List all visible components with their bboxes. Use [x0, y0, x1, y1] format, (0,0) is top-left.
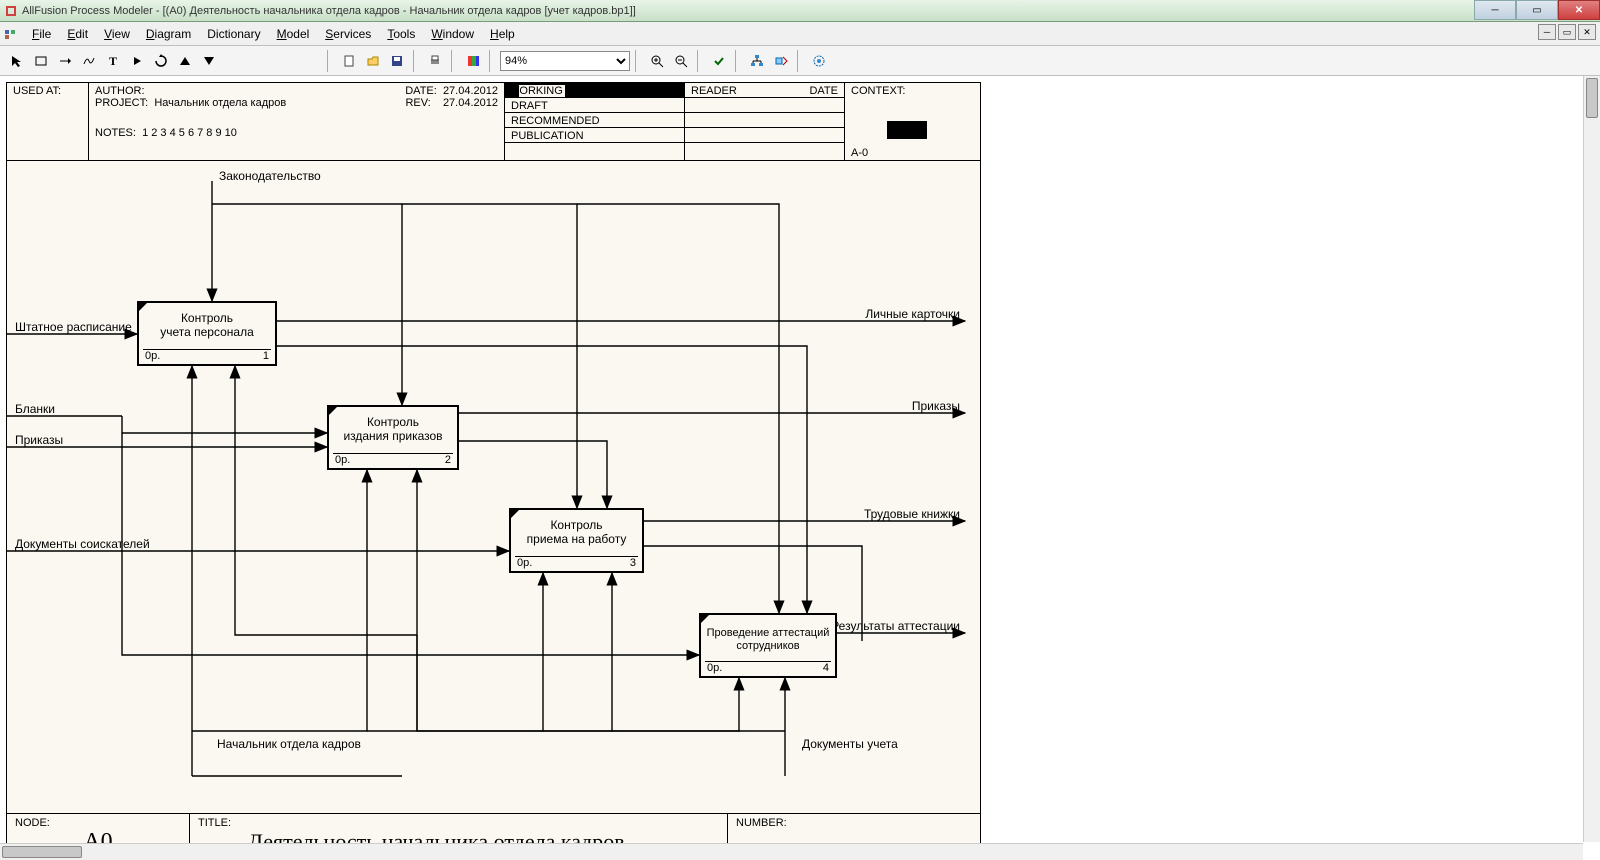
menu-tools[interactable]: Tools — [379, 25, 423, 43]
menu-view[interactable]: View — [96, 25, 138, 43]
tree-icon[interactable] — [746, 50, 768, 72]
activity-box-tool[interactable] — [30, 50, 52, 72]
context-blackbox — [887, 121, 927, 139]
mdi-close-button[interactable]: ✕ — [1578, 24, 1596, 40]
label-zakon: Законодательство — [219, 169, 321, 183]
menu-file[interactable]: File — [24, 25, 59, 43]
menu-services[interactable]: Services — [317, 25, 379, 43]
app-icon — [4, 4, 18, 18]
number-label: NUMBER: — [736, 817, 972, 829]
open-icon[interactable] — [362, 50, 384, 72]
draft-label: DRAFT — [511, 100, 548, 112]
zoom-select[interactable]: 94% — [500, 51, 630, 71]
label-lichnye: Личные карточки — [865, 307, 960, 321]
label-trudovye: Трудовые книжки — [864, 507, 960, 521]
context-node: A-0 — [851, 147, 868, 159]
svg-text:T: T — [109, 54, 117, 68]
triangle-down-icon[interactable] — [198, 50, 220, 72]
node-label: NODE: — [15, 817, 181, 829]
window-title: AllFusion Process Modeler - [(A0) Деятел… — [22, 5, 1596, 17]
author-label: AUTHOR: — [95, 85, 145, 97]
pointer-tool[interactable] — [6, 50, 28, 72]
diagram-canvas[interactable]: USED AT: AUTHOR: DATE: 27.04.2012 PROJEC… — [6, 82, 981, 860]
close-button[interactable]: ✕ — [1558, 0, 1600, 20]
toolbar: T 94% — [0, 46, 1600, 76]
menu-window[interactable]: Window — [423, 25, 482, 43]
save-icon[interactable] — [386, 50, 408, 72]
activity-box-2[interactable]: Контрольиздания приказов 0р.2 — [327, 405, 459, 470]
scrollbar-thumb[interactable] — [1586, 78, 1598, 118]
label-blanki: Бланки — [15, 402, 55, 416]
minimize-button[interactable]: ─ — [1474, 0, 1516, 20]
publication-label: PUBLICATION — [511, 130, 584, 142]
play-icon[interactable] — [126, 50, 148, 72]
zoom-out-icon[interactable] — [670, 50, 692, 72]
title-label: TITLE: — [198, 817, 719, 829]
reader-label: READER — [691, 85, 737, 97]
recommended-label: RECOMMENDED — [511, 115, 600, 127]
new-icon[interactable] — [338, 50, 360, 72]
content-area: USED AT: AUTHOR: DATE: 27.04.2012 PROJEC… — [0, 76, 1600, 860]
context-label: CONTEXT: — [851, 85, 976, 97]
date2-label: DATE — [809, 85, 838, 97]
horizontal-scrollbar[interactable] — [0, 843, 1583, 860]
activity-box-3[interactable]: Контрольприема на работу 0р.3 — [509, 508, 644, 573]
label-prikazy-in: Приказы — [15, 433, 63, 447]
label-rezultaty: Результаты аттестации — [831, 619, 960, 633]
label-dokumenty: Документы соискателей — [15, 537, 150, 551]
vertical-scrollbar[interactable] — [1583, 76, 1600, 842]
mdi-minimize-button[interactable]: ─ — [1538, 24, 1556, 40]
menu-help[interactable]: Help — [482, 25, 523, 43]
menu-diagram[interactable]: Diagram — [138, 25, 199, 43]
menu-edit[interactable]: Edit — [59, 25, 96, 43]
goto-icon[interactable] — [770, 50, 792, 72]
maximize-button[interactable]: ▭ — [1516, 0, 1558, 20]
idef0-header: USED AT: AUTHOR: DATE: 27.04.2012 PROJEC… — [7, 83, 980, 161]
used-at-label: USED AT: — [13, 85, 61, 97]
report-icon[interactable] — [808, 50, 830, 72]
print-icon[interactable] — [424, 50, 446, 72]
menu-icon — [4, 27, 18, 41]
squiggle-tool[interactable] — [78, 50, 100, 72]
diagram-area[interactable]: Законодательство Штатное расписание Блан… — [7, 161, 980, 813]
label-prikazy-out: Приказы — [912, 399, 960, 413]
palette-icon[interactable] — [462, 50, 484, 72]
check-icon[interactable] — [708, 50, 730, 72]
label-nachalnik: Начальник отдела кадров — [217, 737, 361, 751]
refresh-icon[interactable] — [150, 50, 172, 72]
activity-box-1[interactable]: Контрольучета персонала 0р.1 — [137, 301, 277, 366]
menu-model[interactable]: Model — [269, 25, 318, 43]
label-doku: Документы учета — [802, 737, 898, 751]
menubar: File Edit View Diagram Dictionary Model … — [0, 22, 1600, 46]
arrow-tool[interactable] — [54, 50, 76, 72]
text-tool[interactable]: T — [102, 50, 124, 72]
label-shtat: Штатное расписание — [15, 320, 132, 334]
mdi-restore-button[interactable]: ▭ — [1558, 24, 1576, 40]
menu-dictionary[interactable]: Dictionary — [199, 25, 268, 43]
triangle-up-icon[interactable] — [174, 50, 196, 72]
scrollbar-thumb[interactable] — [2, 846, 82, 858]
titlebar: AllFusion Process Modeler - [(A0) Деятел… — [0, 0, 1600, 22]
zoom-in-icon[interactable] — [646, 50, 668, 72]
activity-box-4[interactable]: Проведение аттестацийсотрудников 0р.4 — [699, 613, 837, 678]
diagram-arrows — [7, 161, 980, 813]
